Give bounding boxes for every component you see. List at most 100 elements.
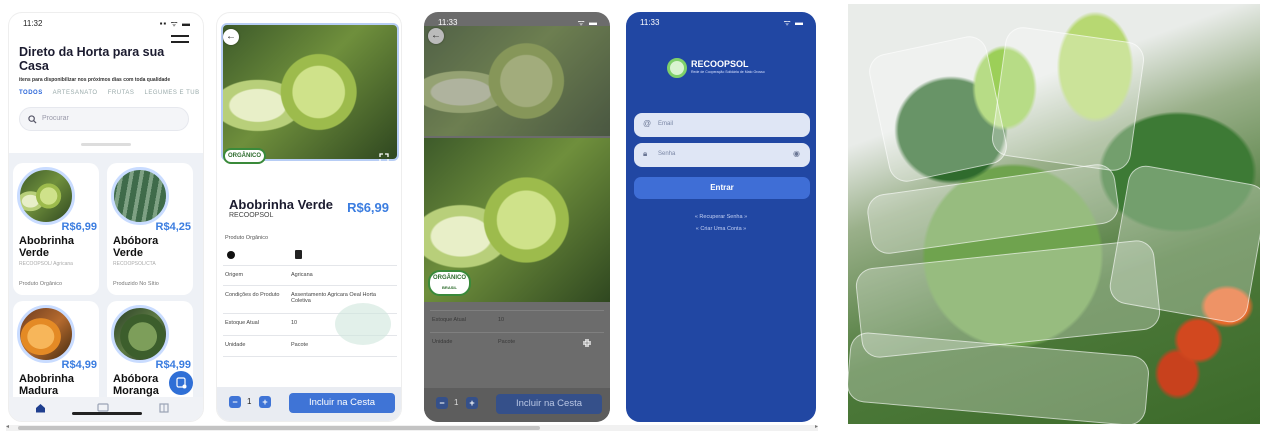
increase-button[interactable]: +	[259, 396, 271, 408]
menu-icon[interactable]	[171, 35, 189, 45]
tab-artesanato[interactable]: ARTESANATO	[53, 90, 98, 96]
details-table: Estoque Atual 10 Unidade Pacote	[430, 310, 604, 354]
table-row: Unidade Pacote	[430, 332, 604, 354]
brand-name: RECOOPSOL	[691, 59, 749, 69]
detail-key: Estoque Atual	[432, 317, 466, 323]
detail-value: 10	[498, 317, 505, 323]
produce-bag	[865, 32, 1011, 186]
organic-badge: ORGÂNICO	[223, 148, 266, 164]
quantity-value: 1	[247, 397, 252, 406]
decrease-button[interactable]: −	[229, 396, 241, 408]
product-price: R$4,99	[155, 359, 191, 371]
home-icon[interactable]	[35, 403, 46, 413]
eye-icon[interactable]: ◉	[793, 149, 800, 158]
product-card[interactable]: R$4,25 Abóbora Verde RECOOPSOL/CTA Produ…	[107, 163, 193, 295]
leaf-watermark	[335, 303, 391, 345]
create-account-link[interactable]: « Criar Uma Conta »	[626, 226, 816, 232]
at-icon: @	[643, 119, 652, 128]
add-to-cart-button[interactable]: Incluir na Cesta	[496, 394, 602, 414]
product-name: Abobrinha Verde	[229, 197, 334, 212]
product-tag: Produzido No Sítio	[113, 281, 159, 287]
product-price: R$4,99	[61, 359, 97, 371]
table-row: Estoque Atual 10	[430, 310, 604, 332]
increase-button[interactable]: +	[466, 397, 478, 409]
email-field[interactable]: @ Email	[634, 113, 810, 137]
grid-icon[interactable]	[159, 403, 169, 413]
page-title: Direto da Horta para sua Casa	[19, 45, 165, 73]
lock-icon: 🔒︎	[643, 149, 648, 158]
screenshot: 11:32 ▪▪ ᯤ ▬ Direto da Horta para sua Ca…	[0, 0, 1261, 431]
product-image	[111, 305, 169, 363]
back-button[interactable]: ←	[428, 28, 444, 44]
info-icon	[227, 251, 235, 259]
scroll-left-icon[interactable]: ◂	[6, 423, 9, 430]
detail-key: Estoque Atual	[225, 320, 259, 326]
badge-sub: BRASIL	[442, 285, 457, 290]
password-field[interactable]: 🔒︎ Senha ◉	[634, 143, 810, 167]
search-input[interactable]: Procurar	[19, 107, 189, 131]
add-to-cart-button[interactable]: Incluir na Cesta	[289, 393, 395, 413]
search-placeholder: Procurar	[42, 115, 69, 122]
product-name: Abobrinha Verde	[19, 235, 74, 259]
detail-value: Assentamento Agricara Oeal Horta Coletiv…	[291, 292, 376, 304]
product-name: Abóbora Verde	[113, 235, 159, 259]
product-price: R$6,99	[347, 200, 389, 215]
product-tag: Produto Orgânico	[19, 281, 63, 287]
produce-photo	[848, 4, 1260, 424]
product-image	[111, 167, 169, 225]
horizontal-scrollbar[interactable]: ◂ ▸	[6, 423, 818, 431]
detail-key: Condições do Produto	[225, 292, 280, 298]
detail-value: Pacote	[291, 342, 309, 348]
product-coop: RECOOPSOL/CTA	[113, 261, 156, 267]
page-subtitle: itens para disponibilizar nos próximos d…	[19, 77, 171, 83]
organic-badge: ORGÂNICO BRASIL	[428, 270, 471, 296]
add-to-cart-bar: − 1 + Incluir na Cesta	[424, 388, 610, 422]
search-icon	[28, 115, 37, 124]
produce-bag	[989, 24, 1147, 174]
tab-legumes[interactable]: LEGUMES E TUB	[145, 90, 200, 96]
product-image	[17, 305, 75, 363]
category-tabs: TODOS ARTESANATO FRUTAS LEGUMES E TUB	[19, 90, 203, 96]
product-photo-dim	[424, 26, 610, 136]
arrow-left-icon: ←	[226, 31, 236, 42]
detail-key: Unidade	[225, 342, 246, 348]
catalogue-screen: 11:32 ▪▪ ᯤ ▬ Direto da Horta para sua Ca…	[8, 12, 204, 422]
cart-fab-button[interactable]	[169, 371, 193, 395]
product-detail-screen: ← ORGÂNICO Abobrinha Verde RECOOPSOL R$6…	[216, 12, 402, 422]
detail-value: Agricana	[291, 272, 313, 278]
product-coop: RECOOPSOL	[229, 212, 274, 219]
decrease-button[interactable]: −	[436, 397, 448, 409]
product-card[interactable]: R$4,99 Abobrinha Madura	[13, 301, 99, 411]
detail-key: Origem	[225, 272, 244, 278]
expand-icon[interactable]	[379, 153, 389, 163]
produce-bag	[1106, 162, 1260, 326]
product-card[interactable]: R$6,99 Abobrinha Verde RECOOPSOL/ Agrica…	[13, 163, 99, 295]
add-to-cart-bar: − 1 + Incluir na Cesta	[217, 387, 401, 421]
status-time: 11:32	[23, 19, 43, 28]
cart-icon	[176, 377, 187, 389]
table-row: Origem Agricana	[223, 265, 397, 285]
product-price: R$6,99	[61, 221, 97, 233]
document-icon	[295, 250, 302, 259]
tab-todos[interactable]: TODOS	[19, 90, 43, 96]
quantity-value: 1	[454, 398, 459, 407]
scroll-right-icon[interactable]: ▸	[815, 423, 818, 430]
collapse-icon[interactable]	[582, 338, 592, 348]
product-photo	[221, 23, 399, 161]
arrow-left-icon: ←	[431, 30, 441, 41]
image-preview-screen: 11:33 ᯤ ▬ ← ORGÂNICO BRASIL Estoque Atua…	[424, 12, 610, 422]
back-button[interactable]: ←	[223, 29, 239, 45]
badge-label: ORGÂNICO	[433, 275, 466, 281]
product-coop: RECOOPSOL/ Agricana	[19, 261, 73, 267]
brand-tagline: Rede de Cooperação Solidária de Mato Gro…	[691, 70, 765, 74]
login-screen: 11:33 ᯤ ▬ RECOOPSOL Rede de Cooperação S…	[626, 12, 816, 422]
login-button[interactable]: Entrar	[634, 177, 810, 199]
recover-password-link[interactable]: « Recuperar Senha »	[626, 214, 816, 220]
email-label: Email	[658, 121, 674, 127]
scroll-thumb[interactable]	[18, 426, 540, 430]
produce-bag	[848, 331, 1151, 424]
tab-frutas[interactable]: FRUTAS	[108, 90, 135, 96]
recoopsol-logo	[667, 58, 687, 78]
product-description: Produto Orgânico	[225, 235, 269, 241]
detail-key: Unidade	[432, 339, 453, 345]
